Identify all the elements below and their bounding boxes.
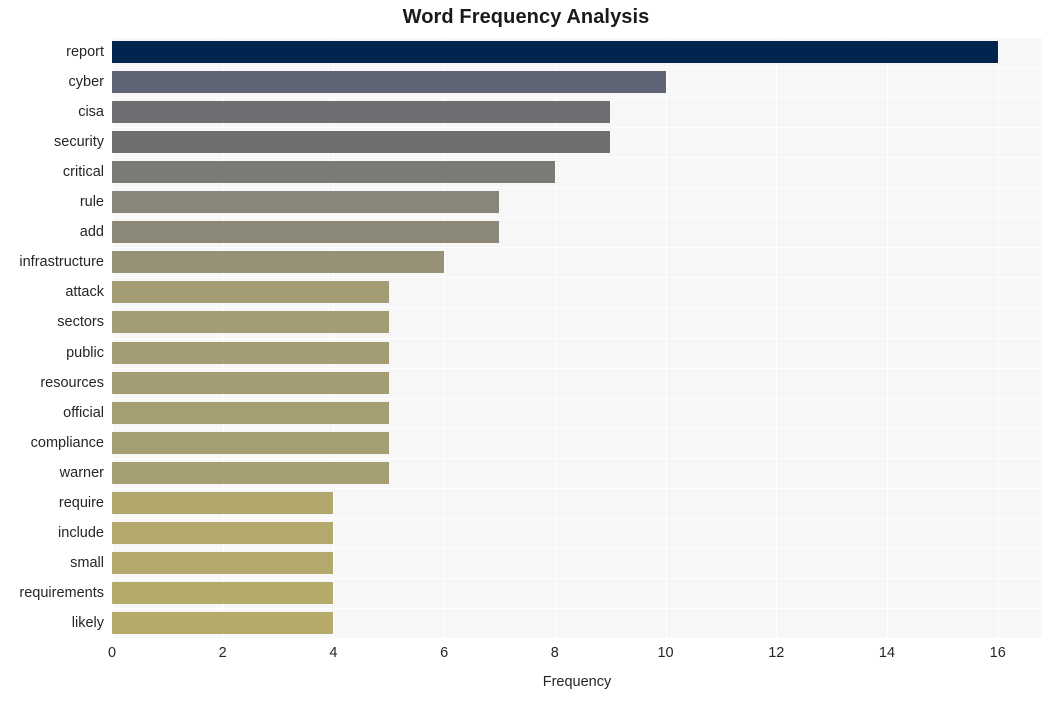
y-axis-tick-label: warner	[59, 465, 104, 481]
y-axis-tick-label: requirements	[19, 585, 104, 601]
y-axis-tick-label: attack	[65, 284, 104, 300]
y-axis-tick-label: require	[58, 495, 104, 511]
y-axis-tick-label: official	[63, 405, 104, 421]
y-axis-tick-label: sectors	[57, 314, 104, 330]
bar	[112, 251, 444, 273]
bar	[112, 131, 610, 153]
y-axis-tick-label: compliance	[30, 435, 104, 451]
bar	[112, 552, 333, 574]
y-axis-tick-labels: report cyber cisa security critical rule add in…	[0, 37, 104, 638]
y-axis-tick-label: security	[54, 134, 104, 150]
x-axis-tick-label: 4	[329, 645, 338, 661]
x-axis-tick-labels: 0 2 4 6 8 10 12 14 16	[0, 645, 1052, 667]
bar	[112, 492, 333, 514]
x-axis-tick-label: 12	[768, 645, 785, 661]
bars-layer	[112, 37, 1042, 638]
x-axis-tick-label: 16	[989, 645, 1006, 661]
bar	[112, 522, 333, 544]
bar	[112, 462, 389, 484]
y-axis-tick-label: report	[66, 44, 104, 60]
x-axis-tick-label: 10	[657, 645, 674, 661]
y-axis-tick-label: infrastructure	[19, 254, 104, 270]
y-axis-tick-label: cyber	[68, 74, 104, 90]
x-axis-tick-label: 14	[878, 645, 896, 661]
x-axis-title: Frequency	[542, 674, 612, 690]
bar	[112, 342, 389, 364]
y-axis-tick-label: small	[70, 555, 104, 571]
y-axis-tick-label: likely	[71, 615, 104, 631]
x-axis-tick-label: 2	[218, 645, 227, 661]
bar	[112, 311, 389, 333]
bar	[112, 221, 499, 243]
bar	[112, 71, 666, 93]
y-axis-tick-label: add	[79, 224, 104, 240]
bar	[112, 582, 333, 604]
y-axis-tick-label: include	[58, 525, 104, 541]
bar	[112, 612, 333, 634]
chart-title: Word Frequency Analysis	[402, 6, 650, 28]
word-frequency-chart: Word Frequency Analysis report cyber cisa s…	[0, 0, 1052, 701]
x-axis-tick-label: 6	[440, 645, 449, 661]
y-axis-tick-label: cisa	[78, 104, 104, 120]
bar	[112, 281, 389, 303]
bar	[112, 432, 389, 454]
bar	[112, 41, 998, 63]
y-axis-tick-label: public	[66, 345, 104, 361]
bar	[112, 191, 499, 213]
x-axis-tick-label: 0	[107, 645, 117, 661]
y-axis-tick-label: resources	[40, 375, 104, 391]
horizontal-gridline	[112, 638, 1042, 639]
x-axis-tick-label: 8	[550, 645, 559, 661]
y-axis-tick-label: rule	[79, 194, 104, 210]
bar	[112, 372, 389, 394]
y-axis-tick-label: critical	[62, 164, 104, 180]
bar	[112, 101, 610, 123]
plot-area	[112, 37, 1042, 639]
bar	[112, 402, 389, 424]
bar	[112, 161, 555, 183]
